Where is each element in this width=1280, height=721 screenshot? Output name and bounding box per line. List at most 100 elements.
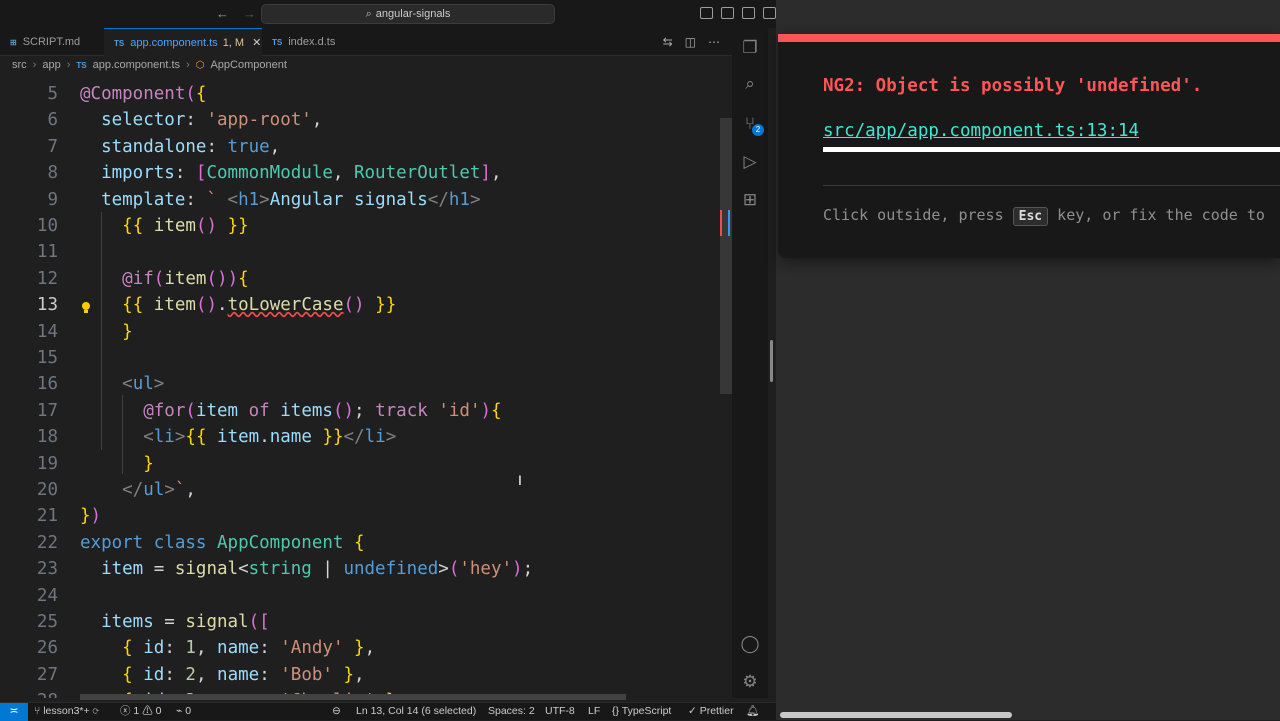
indentation[interactable]: Spaces: 2 [488, 703, 535, 720]
error-overlay: NG2: Object is possibly 'undefined'. src… [778, 34, 1280, 258]
code-line[interactable]: 19 } [0, 451, 720, 477]
line-number: 10 [36, 216, 58, 236]
code-line[interactable]: 12 @if(item()){ [0, 266, 720, 292]
ports-status[interactable]: ⌁ 0 [176, 703, 191, 720]
code-line[interactable]: 22 export class AppComponent { [0, 530, 720, 556]
lightbulb-icon[interactable] [80, 297, 92, 314]
line-number: 16 [36, 374, 58, 395]
error-message: NG2: Object is possibly 'undefined'. [823, 76, 1203, 96]
split-editor-icon[interactable]: ◫ [685, 35, 696, 49]
toggle-panel-icon[interactable] [721, 7, 734, 19]
forward-arrow-icon[interactable]: → [243, 6, 256, 21]
code-text: {{ item() }} [122, 216, 249, 236]
search-icon: ⌕ [365, 8, 372, 20]
code-line[interactable]: 10 {{ item() }} [0, 213, 720, 239]
customize-layout-icon[interactable] [763, 7, 776, 19]
code-line[interactable]: 9 template: ` <h1>Angular signals</h1> [0, 187, 720, 213]
line-number: 8 [47, 163, 58, 184]
code-text: @for(item of items(); track 'id'){ [143, 400, 502, 421]
zoom-icon[interactable]: ⊖ [332, 703, 341, 720]
code-editor[interactable]: 5 @Component({6 selector: 'app-root', 7 st… [0, 80, 720, 698]
line-number: 18 [36, 427, 58, 448]
end-of-line[interactable]: LF [588, 703, 600, 720]
code-line[interactable]: 11 [0, 239, 720, 265]
code-text: </ul>`, [122, 480, 196, 500]
breadcrumb-item[interactable]: src [12, 59, 27, 71]
split-sash[interactable] [770, 340, 773, 382]
code-line[interactable]: 6 selector: 'app-root', [0, 107, 720, 133]
tab-index-d-ts[interactable]: TS index.d.ts [262, 28, 362, 56]
code-line[interactable]: 21}) [0, 503, 720, 529]
explorer-icon[interactable]: ❐ [740, 38, 760, 58]
code-text: @if(item()){ [122, 268, 249, 289]
search-icon[interactable]: ⌕ [740, 74, 760, 94]
vscode-window: ← → ⌕ angular-signals ⊞ SCRIPT.md TS app.co… [0, 0, 776, 721]
typescript-file-icon: TS [114, 39, 125, 48]
overview-ruler-error-mark [720, 210, 730, 236]
notifications-bell-icon[interactable]: 🔔︎ [746, 703, 759, 720]
code-line[interactable]: 13 {{ item().toLowerCase() }} [0, 292, 720, 318]
markdown-file-icon: ⊞ [10, 38, 17, 47]
language-mode[interactable]: {} TypeScript [612, 703, 671, 720]
problems-status[interactable]: ⓧ 1 ⚠ 0 [120, 703, 161, 720]
line-number: 24 [36, 585, 58, 606]
prettier-status[interactable]: ✓ Prettier [688, 703, 734, 720]
encoding[interactable]: UTF-8 [545, 703, 575, 720]
code-line[interactable]: 24 [0, 583, 720, 609]
close-icon[interactable]: ✕ [252, 37, 261, 49]
account-icon[interactable]: ◯ [740, 634, 760, 654]
editor-vertical-scrollbar[interactable] [720, 118, 732, 394]
remote-indicator-icon[interactable]: ≍ [0, 703, 28, 721]
code-line[interactable]: 8 imports: [CommonModule, RouterOutlet], [0, 160, 720, 186]
line-number: 15 [36, 348, 58, 368]
code-line[interactable]: 27 { id: 2, name: 'Bob' }, [0, 662, 720, 688]
tab-label: app.component.ts [130, 37, 218, 49]
editor-actions: ⇆ ◫ ⋯ [663, 28, 720, 56]
code-line[interactable]: 5 @Component({ [0, 81, 720, 107]
tab-app-component-ts[interactable]: TS app.component.ts 1, M ✕ [104, 28, 262, 56]
cursor-position[interactable]: Ln 13, Col 14 (6 selected) [356, 703, 476, 720]
nav-arrows: ← → [216, 6, 256, 21]
line-number: 25 [36, 612, 58, 632]
error-code-frame [823, 147, 1280, 152]
line-number: 21 [36, 506, 58, 527]
code-line[interactable]: 23 item = signal<string | undefined>('he… [0, 556, 720, 582]
line-number: 7 [47, 136, 58, 157]
tab-script-md[interactable]: ⊞ SCRIPT.md [0, 28, 104, 56]
line-number: 28 [0, 688, 58, 698]
chevron-right-icon: › [32, 59, 37, 71]
code-line[interactable]: 7 standalone: true, [0, 134, 720, 160]
code-line[interactable]: 18 <li>{{ item.name }}</li> [0, 424, 720, 450]
code-line[interactable]: 16 <ul> [0, 371, 720, 397]
line-number: 17 [36, 400, 58, 421]
breadcrumb-item[interactable]: app [42, 59, 60, 71]
compare-changes-icon[interactable]: ⇆ [663, 35, 673, 49]
editor-tabs: ⊞ SCRIPT.md TS app.component.ts 1, M ✕ TS ind… [0, 28, 732, 56]
code-text: template: ` <h1>Angular signals</h1> [101, 189, 481, 210]
manage-gear-icon[interactable]: ⚙ [740, 672, 760, 692]
text-cursor-icon: I [518, 472, 522, 488]
editor-horizontal-scrollbar[interactable] [80, 694, 626, 700]
breadcrumb-item[interactable]: app.component.ts [93, 59, 180, 71]
code-line[interactable]: 20 </ul>`, [0, 477, 720, 503]
line-number: 12 [36, 268, 58, 289]
code-line[interactable]: 25 items = signal([ [0, 609, 720, 635]
extensions-icon[interactable]: ⊞ [740, 190, 760, 210]
activity-bar: ❐ ⌕ ⑂ 2 ▷ ⊞ ◯ ⚙ [732, 28, 768, 698]
error-file-link[interactable]: src/app/app.component.ts:13:14 [823, 121, 1139, 141]
branch-status[interactable]: ⑂ lesson3*+ ⟳ [34, 703, 99, 720]
code-text: item = signal<string | undefined>('hey')… [101, 559, 534, 580]
toggle-sidebar-icon[interactable] [700, 7, 713, 19]
run-debug-icon[interactable]: ▷ [740, 152, 760, 172]
title-bar: ← → ⌕ angular-signals [0, 0, 776, 28]
toggle-secondary-sidebar-icon[interactable] [742, 7, 755, 19]
code-line[interactable]: 15 [0, 345, 720, 371]
code-line[interactable]: 26 { id: 1, name: 'Andy' }, [0, 635, 720, 661]
back-arrow-icon[interactable]: ← [216, 6, 229, 21]
code-line[interactable]: 14 } [0, 319, 720, 345]
code-line[interactable]: 17 @for(item of items(); track 'id'){ [0, 398, 720, 424]
more-actions-icon[interactable]: ⋯ [708, 35, 720, 49]
breadcrumb-item[interactable]: AppComponent [210, 59, 286, 71]
command-center-search[interactable]: ⌕ angular-signals [261, 4, 555, 24]
browser-horizontal-scrollbar[interactable] [780, 712, 1012, 718]
